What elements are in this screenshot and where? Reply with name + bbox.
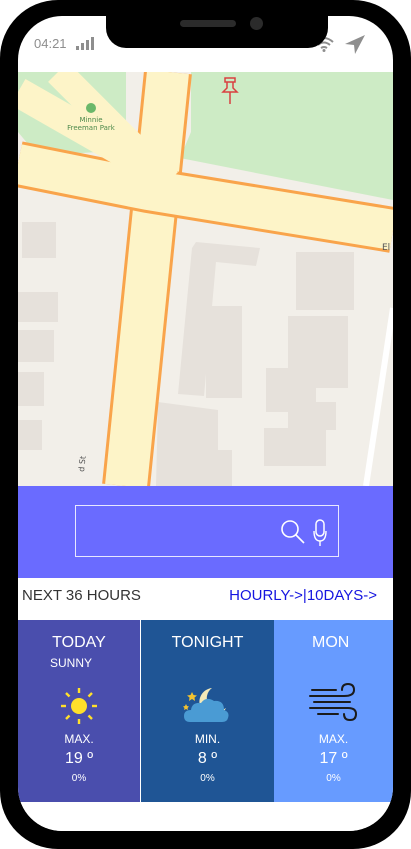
moon-cloud-icon (141, 682, 274, 726)
forecast-title: TONIGHT (171, 634, 244, 651)
park-label-line2: Freeman Park (67, 124, 116, 132)
forecast-card-mon[interactable]: MON MAX. 17 º 0% (274, 620, 393, 802)
hourly-10days-link[interactable]: HOURLY->|10DAYS-> (229, 587, 377, 604)
forecast-temp: 19 º (64, 750, 94, 767)
signal-icon (76, 36, 94, 50)
forecast-title: TODAY (52, 634, 106, 651)
sun-icon (18, 682, 140, 726)
street-label: El (382, 243, 390, 253)
forecast-kind: MAX. (318, 732, 349, 746)
forecast-title: MON (312, 634, 350, 651)
park-label-line1: Minnie (79, 116, 102, 124)
forecast-card-today[interactable]: TODAY SUNNY MAX. 19 º 0% (18, 620, 140, 802)
location-arrow-icon (343, 34, 367, 61)
next-hours-label: NEXT 36 HOURS (22, 587, 141, 604)
forecast-precip: 0% (71, 773, 87, 784)
speaker (180, 20, 236, 27)
forecast-temp: 8 º (197, 750, 218, 767)
street-label-2: d St (77, 456, 88, 473)
mic-icon[interactable] (313, 519, 327, 552)
notch (106, 16, 328, 48)
next-hours-bar: NEXT 36 HOURS HOURLY->|10DAYS-> (18, 578, 393, 618)
map-canvas: Minnie Freeman Park El d St (18, 72, 393, 486)
forecast-precip: 0% (200, 773, 215, 784)
forecast-card-tonight[interactable]: TONIGHT MIN. 8 º 0% (141, 620, 274, 802)
search-panel (18, 486, 393, 578)
forecast-condition: SUNNY (50, 656, 93, 670)
phone-frame: Minnie Freeman Park El d St NEXT 36 HOUR… (0, 0, 411, 849)
camera (250, 17, 263, 30)
map[interactable]: Minnie Freeman Park El d St (18, 72, 393, 486)
forecast-kind: MAX. (64, 732, 94, 746)
forecast-precip: 0% (326, 773, 341, 784)
search-icon[interactable] (280, 519, 306, 550)
screen: Minnie Freeman Park El d St NEXT 36 HOUR… (18, 16, 393, 831)
wind-icon (274, 682, 393, 722)
forecast-temp: 17 º (319, 750, 348, 767)
forecast-row: TODAY SUNNY MAX. 19 º 0% TONIGHT MIN. 8 … (18, 620, 393, 802)
status-time: 04:21 (34, 36, 67, 51)
bottom-bar (18, 802, 393, 831)
forecast-kind: MIN. (194, 732, 221, 746)
